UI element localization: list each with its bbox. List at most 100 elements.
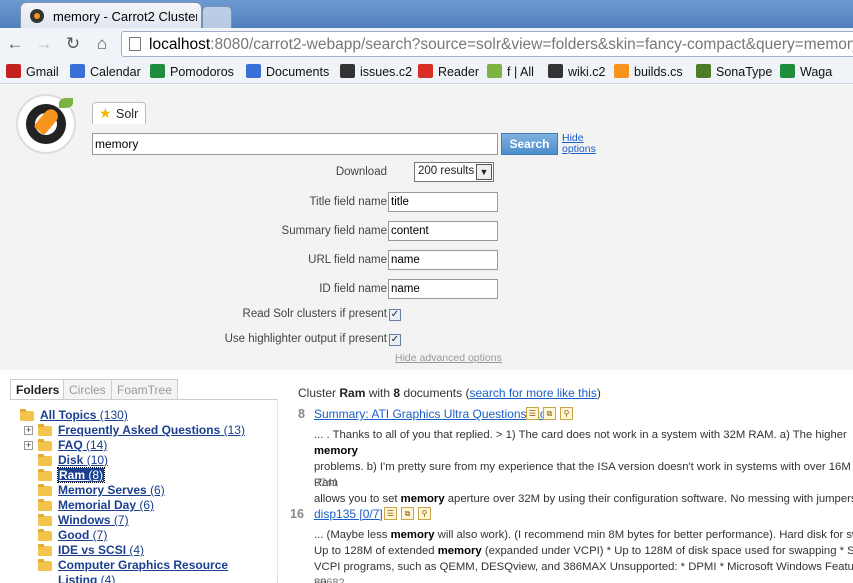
- forward-arrow-icon[interactable]: →: [33, 33, 55, 55]
- document-rank: 16: [290, 507, 304, 521]
- hide-advanced-link[interactable]: Hide advanced options: [395, 352, 502, 364]
- tab-foamtree[interactable]: FoamTree: [111, 379, 178, 399]
- document-snippet: ... (Maybe less memory will also work). …: [314, 529, 853, 583]
- bookmark-label: Gmail: [26, 65, 59, 79]
- dropdown-arrow-icon[interactable]: ▼: [476, 164, 492, 180]
- bookmark-item[interactable]: SonaType: [696, 63, 772, 81]
- cluster-label[interactable]: Disk (10): [58, 453, 108, 467]
- cluster-label[interactable]: IDE vs SCSI (4): [58, 543, 144, 557]
- cluster-label[interactable]: Memorial Day (6): [58, 498, 154, 512]
- bookmark-item[interactable]: f | All: [487, 63, 534, 81]
- read-clusters-checkbox[interactable]: ✓: [389, 309, 401, 321]
- cluster-label[interactable]: Frequently Asked Questions (13): [58, 423, 245, 437]
- bookmark-item[interactable]: Documents: [246, 63, 329, 81]
- folder-icon: [38, 484, 52, 496]
- results-panel: Cluster Ram with 8 documents (search for…: [280, 379, 853, 583]
- feed-icon: [487, 64, 502, 78]
- more-like-this-link[interactable]: search for more like this: [469, 386, 596, 400]
- browser-tab[interactable]: memory - Carrot2 Clusteri: [20, 2, 202, 28]
- bookmark-label: issues.c2: [360, 65, 413, 79]
- folder-icon: [38, 469, 52, 481]
- cluster-item[interactable]: Good (7): [10, 528, 275, 543]
- read-clusters-label: Read Solr clusters if present: [242, 308, 387, 320]
- bookmark-item[interactable]: wiki.c2: [548, 63, 606, 81]
- gmail-icon: [6, 64, 21, 78]
- cluster-label[interactable]: All Topics (130): [40, 408, 128, 422]
- cluster-item[interactable]: + Frequently Asked Questions (13): [10, 423, 275, 438]
- folder-icon: [38, 454, 52, 466]
- bookmark-item[interactable]: Reader: [418, 63, 479, 81]
- bookmark-label: Documents: [266, 65, 330, 79]
- back-arrow-icon[interactable]: ←: [4, 33, 26, 55]
- cluster-item[interactable]: Memorial Day (6): [10, 498, 275, 513]
- document-title-link[interactable]: Summary: ATI Graphics Ultra Questions et…: [314, 407, 546, 421]
- bookmark-item[interactable]: Pomodoros: [150, 63, 234, 81]
- cluster-label[interactable]: Ram (8): [56, 467, 106, 483]
- download-select[interactable]: 200 results ▼: [414, 162, 494, 182]
- bookmark-label: SonaType: [716, 65, 773, 79]
- cluster-item[interactable]: Windows (7): [10, 513, 275, 528]
- document-title-link[interactable]: disp135 [0/7]: [314, 507, 383, 521]
- open-new-window-icon[interactable]: ⧉: [543, 407, 556, 420]
- tab-circles[interactable]: Circles: [63, 379, 112, 399]
- id-field-input[interactable]: [388, 279, 498, 299]
- url-field-input[interactable]: [388, 250, 498, 270]
- search-button[interactable]: Search: [501, 133, 558, 155]
- open-new-window-icon[interactable]: ⧉: [401, 507, 414, 520]
- address-bar[interactable]: localhost:8080/carrot2-webapp/search?sou…: [121, 31, 853, 57]
- title-field-input[interactable]: [388, 192, 498, 212]
- bookmark-item[interactable]: builds.cs: [614, 63, 683, 81]
- bookmark-item[interactable]: Waga: [780, 63, 832, 81]
- cluster-item[interactable]: Disk (10): [10, 453, 275, 468]
- cluster-label[interactable]: Computer Graphics Resource: [58, 558, 228, 572]
- download-label: Download: [335, 166, 387, 178]
- document-icon: [246, 64, 261, 78]
- carrot2-logo[interactable]: [16, 94, 76, 154]
- cluster-item[interactable]: + FAQ (14): [10, 438, 275, 453]
- document-snippet: ... . Thanks to all of you that replied.…: [314, 429, 853, 505]
- cluster-label[interactable]: Listing (4): [58, 573, 115, 583]
- summary-field-input[interactable]: [388, 221, 498, 241]
- cluster-label[interactable]: FAQ (14): [58, 438, 107, 452]
- carrot2-icon: [340, 64, 355, 78]
- bookmark-item[interactable]: issues.c2: [340, 63, 412, 81]
- expand-icon[interactable]: +: [24, 426, 33, 435]
- preview-magnifier-icon[interactable]: ⚲: [560, 407, 573, 420]
- preview-magnifier-icon[interactable]: ⚲: [418, 507, 431, 520]
- calendar-icon: [70, 64, 85, 78]
- cluster-highlight-icon[interactable]: ☰: [526, 407, 539, 420]
- highlighter-checkbox[interactable]: ✓: [389, 334, 401, 346]
- folder-icon: [38, 559, 52, 571]
- cluster-item[interactable]: IDE vs SCSI (4): [10, 543, 275, 558]
- cluster-item[interactable]: Memory Serves (6): [10, 483, 275, 498]
- search-header: ★ Solr Search Hide options Download 200 …: [0, 85, 853, 370]
- star-icon: ★: [99, 105, 112, 121]
- bookmark-item[interactable]: Calendar: [70, 63, 141, 81]
- cluster-label[interactable]: Windows (7): [58, 513, 129, 527]
- cluster-item[interactable]: Listing (4): [10, 573, 275, 583]
- cluster-item[interactable]: Computer Graphics Resource: [10, 558, 275, 573]
- cluster-label[interactable]: Memory Serves (6): [58, 483, 165, 497]
- hide-options-link[interactable]: Hide options: [562, 133, 598, 155]
- expand-icon[interactable]: +: [24, 441, 33, 450]
- document-id: 9741: [314, 477, 339, 489]
- id-field-label: ID field name: [319, 283, 387, 295]
- home-icon[interactable]: ⌂: [91, 33, 113, 55]
- reload-icon[interactable]: ↻: [62, 33, 84, 55]
- bookmark-label: Calendar: [90, 65, 141, 79]
- tab-title: memory - Carrot2 Clusteri: [53, 9, 197, 24]
- carrot2-page: ★ Solr Search Hide options Download 200 …: [0, 85, 853, 583]
- carrot2-favicon-icon: [30, 9, 44, 23]
- cluster-highlight-icon[interactable]: ☰: [384, 507, 397, 520]
- cluster-item[interactable]: Ram (8): [10, 467, 275, 483]
- tab-folders[interactable]: Folders: [10, 379, 66, 399]
- new-tab-button[interactable]: [202, 6, 232, 28]
- search-input[interactable]: [92, 133, 498, 155]
- title-field-label: Title field name: [309, 196, 387, 208]
- bookmark-label: Pomodoros: [170, 65, 234, 79]
- bookmark-item[interactable]: Gmail: [6, 63, 59, 81]
- cluster-item[interactable]: All Topics (130): [10, 408, 275, 423]
- cluster-label[interactable]: Good (7): [58, 528, 107, 542]
- spreadsheet-icon: [150, 64, 165, 78]
- tab-solr[interactable]: ★ Solr: [92, 102, 146, 124]
